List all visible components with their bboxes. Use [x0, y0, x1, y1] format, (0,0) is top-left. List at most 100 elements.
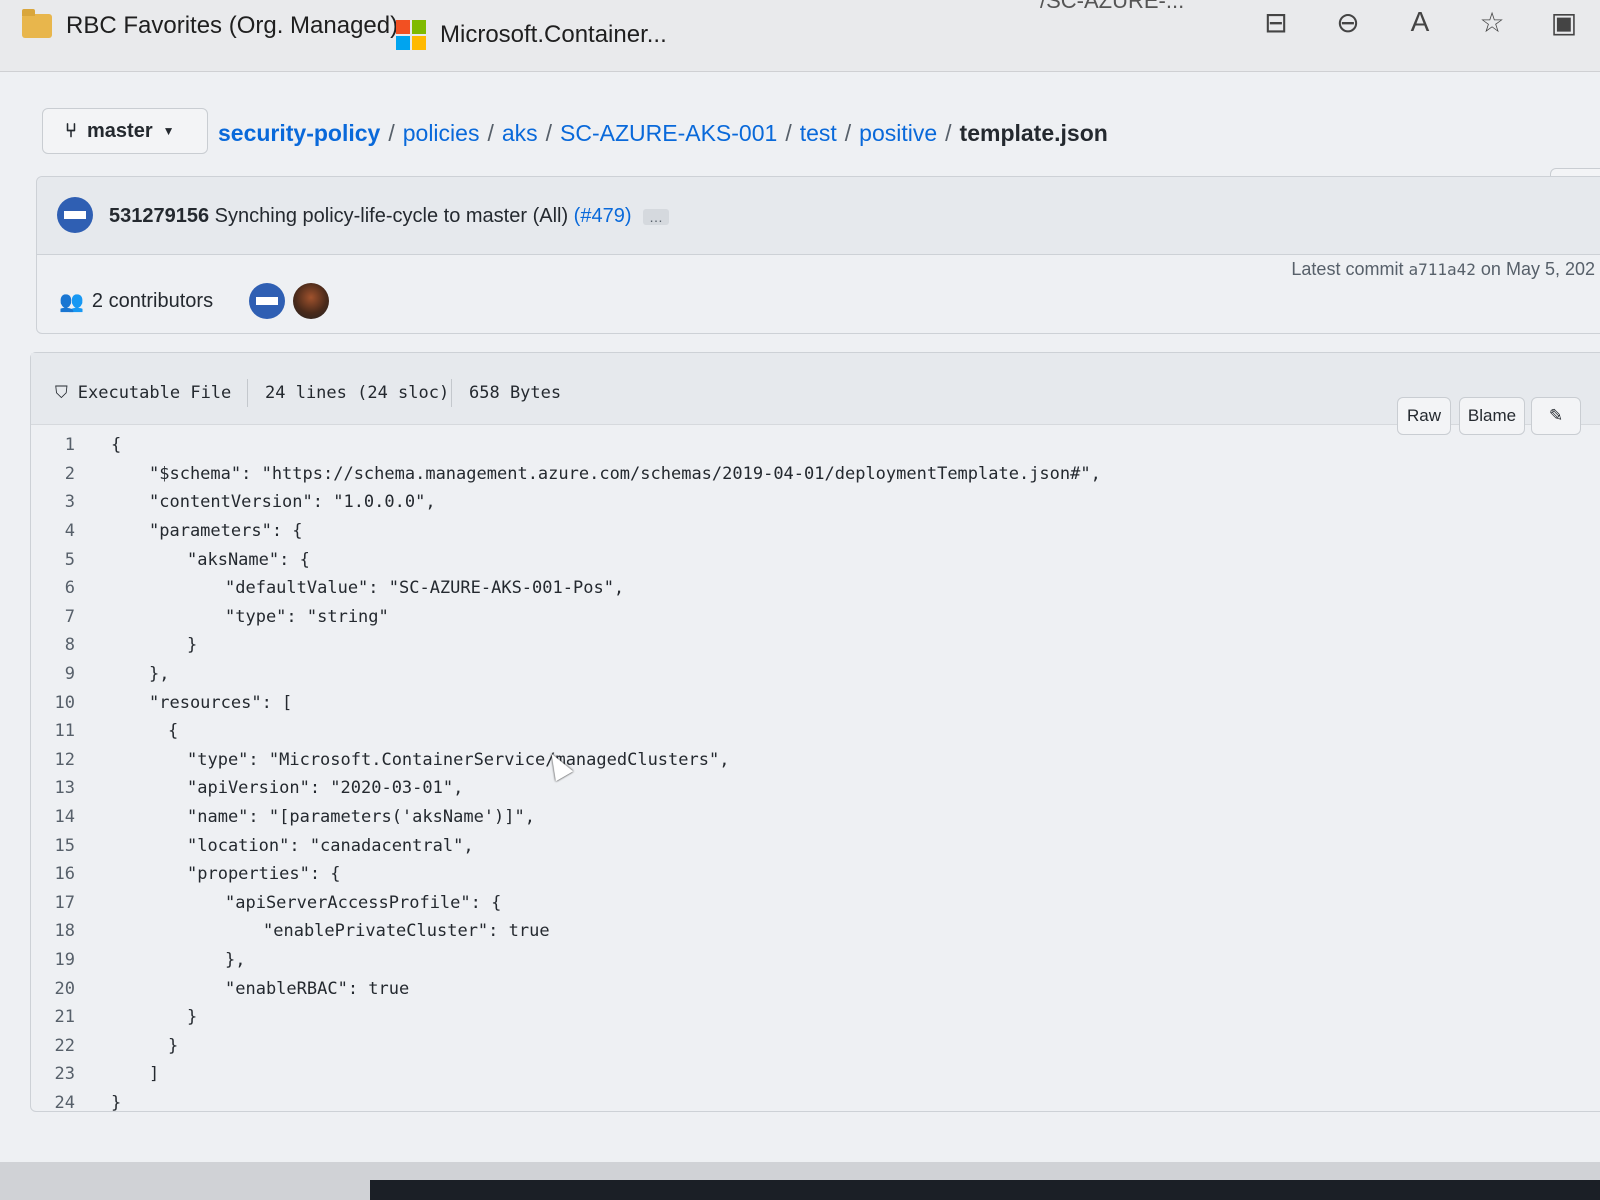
file-header: ⛉ Executable File 24 lines (24 sloc) 658… — [31, 353, 1600, 435]
code-text: "enablePrivateCluster": true — [263, 921, 550, 942]
code-line: 2 "$schema": "https://schema.management.a… — [31, 460, 1600, 489]
code-line: 16 "properties": { — [31, 860, 1600, 889]
code-text: "apiServerAccessProfile": { — [225, 892, 502, 913]
line-number[interactable]: 16 — [31, 864, 97, 884]
code-line: 5 "aksName": { — [31, 545, 1600, 574]
line-number[interactable]: 13 — [31, 778, 97, 798]
breadcrumb-current-file: template.json — [959, 120, 1108, 146]
line-number[interactable]: 6 — [31, 578, 97, 598]
code-text: "type": "string" — [225, 606, 389, 627]
file-line-count: 24 lines (24 sloc) — [265, 383, 450, 403]
code-view: 1{ 2 "$schema": "https://schema.management… — [31, 431, 1600, 1117]
line-number[interactable]: 9 — [31, 664, 97, 684]
code-line: 10 "resources": [ — [31, 688, 1600, 717]
code-text: ] — [149, 1064, 160, 1085]
line-number[interactable]: 7 — [31, 607, 97, 627]
branch-label: master — [87, 119, 153, 142]
line-number[interactable]: 8 — [31, 635, 97, 655]
code-line: 9}, — [31, 660, 1600, 689]
browser-tab-title-fragment[interactable]: /SC-AZURE-... — [1040, 0, 1184, 14]
breadcrumb-link-test[interactable]: test — [800, 120, 837, 147]
contributor-avatar[interactable] — [249, 283, 286, 319]
line-number[interactable]: 20 — [31, 979, 97, 999]
contributors-row[interactable]: 👥 2 contributors — [59, 283, 330, 319]
line-number[interactable]: 19 — [31, 950, 97, 970]
code-line: 1{ — [31, 431, 1600, 460]
commit-sha-link[interactable]: a711a42 — [1408, 260, 1475, 279]
line-number[interactable]: 2 — [31, 464, 97, 484]
raw-button[interactable]: Raw — [1397, 397, 1451, 435]
code-text: }, — [149, 664, 170, 685]
people-icon: 👥 — [59, 290, 84, 313]
git-branch-icon: ⑂ — [65, 119, 77, 142]
contributor-avatar[interactable] — [293, 283, 330, 319]
github-file-page: ⑂ master ▼ security-policy / policies / … — [0, 72, 1600, 1162]
branch-selector-button[interactable]: ⑂ master ▼ — [42, 108, 208, 154]
code-text: "$schema": "https://schema.management.az… — [149, 463, 1101, 484]
code-text: "defaultValue": "SC-AZURE-AKS-001-Pos", — [225, 578, 625, 599]
line-number[interactable]: 10 — [31, 693, 97, 713]
code-line: 19}, — [31, 946, 1600, 975]
favorite-folder-rbc[interactable]: RBC Favorites (Org. Managed) — [22, 9, 398, 40]
file-type-label: Executable File — [77, 383, 232, 403]
line-number[interactable]: 11 — [31, 721, 97, 741]
edit-pencil-icon[interactable]: ✎ — [1531, 397, 1581, 435]
line-number[interactable]: 22 — [31, 1036, 97, 1056]
code-text: "contentVersion": "1.0.0.0", — [149, 492, 436, 513]
line-number[interactable]: 3 — [31, 492, 97, 512]
latest-commit-label: Latest commit — [1291, 259, 1404, 279]
code-line: 15 "location": "canadacentral", — [31, 831, 1600, 860]
code-text: } — [187, 635, 198, 656]
code-line: 17 "apiServerAccessProfile": { — [31, 889, 1600, 918]
extension-icon[interactable]: ▣ — [1548, 6, 1580, 39]
split-screen-icon[interactable]: ⊟ — [1260, 6, 1292, 39]
favorite-star-icon[interactable]: ☆ — [1476, 6, 1508, 39]
line-number[interactable]: 18 — [31, 921, 97, 941]
breadcrumb-separator: / — [487, 120, 494, 146]
line-number[interactable]: 4 — [31, 521, 97, 541]
line-number[interactable]: 12 — [31, 750, 97, 770]
taskbar — [370, 1180, 1600, 1200]
line-number[interactable]: 15 — [31, 836, 97, 856]
commit-pr-link[interactable]: (#479) — [574, 205, 632, 227]
read-aloud-icon[interactable]: A — [1404, 6, 1436, 38]
line-number[interactable]: 5 — [31, 550, 97, 570]
breadcrumb-link-policy-id[interactable]: SC-AZURE-AKS-001 — [560, 120, 777, 147]
microsoft-logo-icon — [396, 20, 426, 50]
line-number[interactable]: 1 — [31, 435, 97, 455]
code-text: "name": "[parameters('aksName')]", — [187, 807, 535, 828]
code-text: "type": "Microsoft.ContainerService/mana… — [187, 749, 730, 770]
browser-toolbar: ⊟ ⊖ A ☆ ▣ — [1260, 0, 1600, 44]
breadcrumb-link-aks[interactable]: aks — [502, 120, 538, 147]
zoom-out-icon[interactable]: ⊖ — [1332, 6, 1364, 39]
commit-author[interactable]: 531279156 — [109, 205, 209, 227]
breadcrumb: security-policy / policies / aks / SC-AZ… — [218, 120, 1108, 147]
code-text: } — [111, 1092, 122, 1113]
line-number[interactable]: 23 — [31, 1064, 97, 1084]
favorite-microsoft-container[interactable]: Microsoft.Container... — [396, 20, 667, 50]
blame-button[interactable]: Blame — [1459, 397, 1525, 435]
code-line: 11 { — [31, 717, 1600, 746]
code-line: 14 "name": "[parameters('aksName')]", — [31, 803, 1600, 832]
code-line: 6 "defaultValue": "SC-AZURE-AKS-001-Pos", — [31, 574, 1600, 603]
code-text: "enableRBAC": true — [225, 978, 410, 999]
breadcrumb-link-positive[interactable]: positive — [859, 120, 937, 147]
breadcrumb-repo-link[interactable]: security-policy — [218, 120, 380, 147]
code-line: 3 "contentVersion": "1.0.0.0", — [31, 488, 1600, 517]
shield-icon: ⛉ — [55, 383, 68, 403]
code-line: 20 "enableRBAC": true — [31, 974, 1600, 1003]
code-line: 4 "parameters": { — [31, 517, 1600, 546]
latest-commit-row: 531279156 Synching policy-life-cycle to … — [37, 177, 1600, 255]
commit-expand-button[interactable]: … — [643, 208, 670, 225]
line-number[interactable]: 17 — [31, 893, 97, 913]
commit-message[interactable]: Synching policy-life-cycle to master (Al… — [215, 205, 568, 227]
breadcrumb-link-policies[interactable]: policies — [403, 120, 480, 147]
line-number[interactable]: 21 — [31, 1007, 97, 1027]
avatar[interactable] — [57, 197, 93, 233]
code-text: "parameters": { — [149, 521, 303, 542]
favorites-bar: /SC-AZURE-... RBC Favorites (Org. Manage… — [0, 0, 1600, 72]
code-line: 13 "apiVersion": "2020-03-01", — [31, 774, 1600, 803]
line-number[interactable]: 14 — [31, 807, 97, 827]
code-line: 23] — [31, 1060, 1600, 1089]
line-number[interactable]: 24 — [31, 1093, 97, 1113]
